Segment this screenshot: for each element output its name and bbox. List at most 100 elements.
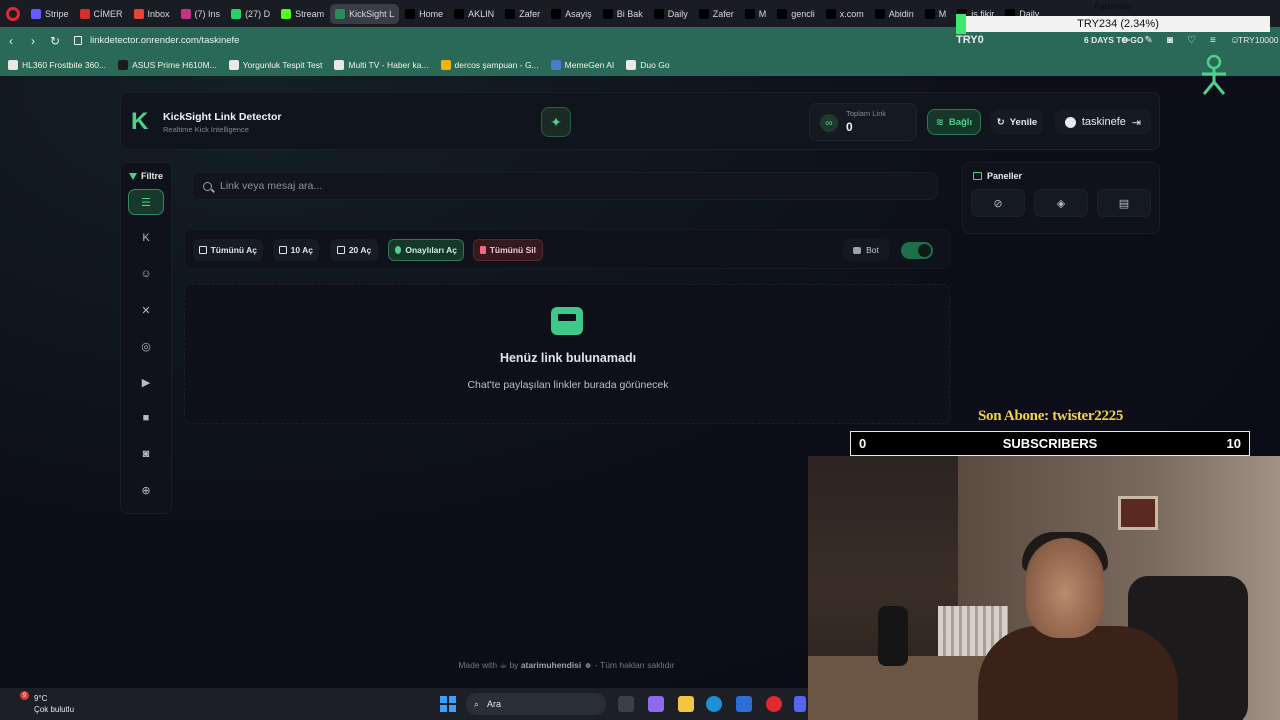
edit-icon[interactable]: ✎: [1145, 35, 1153, 46]
opera-logo-icon[interactable]: [6, 6, 20, 21]
back-icon[interactable]: ‹: [0, 34, 22, 48]
open-all-button[interactable]: Tümünü Aç: [193, 239, 263, 261]
app-header: K KickSight Link Detector Realtime Kick …: [120, 92, 1160, 150]
instagram-icon: [180, 8, 191, 19]
bookmark-item[interactable]: Yorgunluk Tespit Test: [228, 60, 322, 70]
opera-taskbar-icon[interactable]: [766, 696, 782, 712]
browser-tab[interactable]: Zafer: [500, 4, 545, 24]
weather-widget[interactable]: 9°C Çok bulutlu: [22, 693, 74, 715]
delete-all-button[interactable]: Tümünü Sil: [473, 239, 543, 261]
filter-x-button[interactable]: ✕: [128, 297, 164, 323]
url-field[interactable]: linkdetector.onrender.com/taskinefe: [74, 35, 239, 46]
taskbar-search[interactable]: ⌕ Ara: [466, 693, 606, 715]
browser-tab[interactable]: M: [920, 4, 952, 24]
connected-button[interactable]: ≋ Bağlı: [927, 109, 981, 135]
bookmark-item[interactable]: HL360 Frostbite 360...: [8, 60, 106, 70]
browser-tab[interactable]: CİMER: [75, 4, 128, 24]
bookmark-item[interactable]: Duo Go: [626, 60, 670, 70]
bookmark-item[interactable]: ASUS Prime H610M...: [118, 60, 217, 70]
browser-tab[interactable]: Zafer: [694, 4, 739, 24]
browser-tab-label: Asayiş: [565, 8, 592, 19]
globe-icon: ⊕: [141, 484, 151, 497]
user-button[interactable]: taskinefe ⇥: [1055, 109, 1151, 135]
bot-icon: [853, 246, 862, 254]
browser-tab[interactable]: Stripe: [26, 4, 74, 24]
sub-title: SUBSCRIBERS: [1002, 436, 1098, 451]
bot-toggle[interactable]: [901, 242, 933, 259]
taskbar-search-label: Ara: [487, 699, 502, 709]
filter-instagram-button[interactable]: ◎: [128, 333, 164, 359]
archive-panel-button[interactable]: ▤: [1097, 189, 1151, 217]
file-explorer-icon[interactable]: [678, 696, 694, 712]
browser-tab[interactable]: Inbox: [129, 4, 175, 24]
browser-tab[interactable]: Home: [400, 4, 448, 24]
goal-start: TRY0: [956, 34, 984, 46]
store-icon[interactable]: [736, 696, 752, 712]
youtube-icon: ▶: [141, 376, 151, 389]
x-icon: [777, 8, 788, 19]
copilot-icon[interactable]: [648, 696, 664, 712]
filter-globe-button[interactable]: ⊕: [128, 477, 164, 503]
browser-tab[interactable]: M: [740, 4, 772, 24]
filter-video-button[interactable]: ■: [128, 405, 164, 431]
x-icon: [825, 8, 836, 19]
search-input[interactable]: [220, 180, 900, 192]
menu-icon[interactable]: ≡: [1210, 35, 1216, 46]
open-10-button[interactable]: 10 Aç: [273, 239, 319, 261]
bookmark-label: MemeGen AI: [564, 60, 615, 70]
windows-start-icon[interactable]: [440, 696, 456, 712]
sub-count-goal: 10: [1226, 436, 1241, 451]
browser-tab-label: CİMER: [93, 8, 123, 19]
archive-icon: ▤: [1118, 197, 1130, 210]
browser-tab[interactable]: Stream: [276, 4, 329, 24]
browser-tab[interactable]: gencli: [772, 4, 820, 24]
weather-text: Çok bulutlu: [34, 705, 75, 714]
browser-tab[interactable]: AKLIN: [449, 4, 499, 24]
filter-camera-button[interactable]: ◙: [128, 441, 164, 467]
bookmark-label: HL360 Frostbite 360...: [22, 60, 107, 70]
search-icon: ⌕: [474, 698, 480, 709]
browser-tab[interactable]: (7) Ins: [176, 4, 226, 24]
trash-icon: [480, 246, 486, 254]
browser-tab-label: x.com: [839, 8, 864, 19]
camera-icon[interactable]: ◙: [1167, 35, 1173, 46]
reload-icon[interactable]: ↻: [44, 34, 66, 48]
filter-list-button[interactable]: ☰: [128, 189, 164, 215]
browser-tab[interactable]: x.com: [821, 4, 869, 24]
block-panel-button[interactable]: ⊘: [971, 189, 1025, 217]
bookmark-item[interactable]: dercos şampuan - G...: [440, 60, 539, 70]
browser-tab[interactable]: KickSight L: [330, 3, 400, 24]
bookmark-icon: [626, 60, 637, 70]
filter-title: Filtre: [129, 171, 163, 181]
bookmark-label: dercos şampuan - G...: [454, 60, 539, 70]
bookmark-icon: [8, 60, 18, 70]
forward-icon[interactable]: ›: [22, 34, 44, 48]
filter-kick-button[interactable]: K: [128, 225, 164, 251]
browser-tab[interactable]: Daily: [649, 4, 693, 24]
shield-panel-button[interactable]: ◈: [1034, 189, 1088, 217]
bookmark-item[interactable]: MemeGen AI: [550, 60, 615, 70]
filter-youtube-button[interactable]: ▶: [128, 369, 164, 395]
subscriber-goal-bar: 0 SUBSCRIBERS 10: [850, 431, 1250, 456]
browser-tab[interactable]: Bi Bak: [598, 4, 648, 24]
url-text: linkdetector.onrender.com/taskinefe: [90, 35, 240, 46]
browser-tab-label: Home: [419, 8, 444, 19]
edge-icon[interactable]: [706, 696, 722, 712]
kicksight-logo: K: [131, 108, 149, 135]
browser-tab[interactable]: (27) D: [226, 4, 275, 24]
browser-tab[interactable]: Abidin: [870, 4, 919, 24]
kick-icon: K: [142, 232, 150, 244]
refresh-button[interactable]: ↻ Yenile: [991, 109, 1043, 135]
sparkle-icon[interactable]: ✦: [541, 107, 571, 137]
bookmark-item[interactable]: Multi TV - Haber ka...: [334, 60, 429, 70]
open-20-label: 20 Aç: [348, 245, 372, 255]
open-approved-button[interactable]: Onaylıları Aç: [388, 239, 464, 261]
task-view-icon[interactable]: [618, 696, 634, 712]
discord-icon[interactable]: [794, 696, 806, 712]
heart-icon[interactable]: ♡: [1187, 35, 1196, 46]
logout-icon[interactable]: ⇥: [1132, 116, 1141, 129]
camera-icon: ◙: [142, 448, 150, 460]
filter-user-button[interactable]: ☺: [128, 261, 164, 287]
open-20-button[interactable]: 20 Aç: [330, 239, 378, 261]
browser-tab[interactable]: Asayiş: [546, 4, 597, 24]
